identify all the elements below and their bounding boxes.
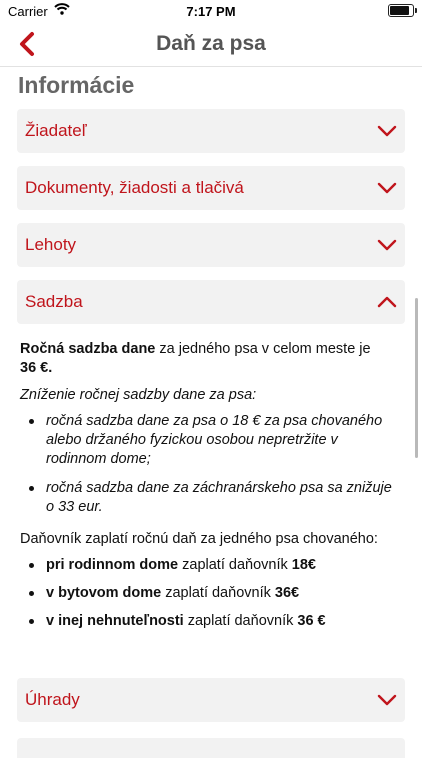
accordion-sadzba[interactable]: Sadzba: [17, 280, 405, 324]
accordion-label: Úhrady: [25, 690, 80, 709]
reduction-item: ročná sadzba dane za záchranárskeho psa …: [20, 479, 392, 517]
status-time: 7:17 PM: [186, 4, 236, 19]
accordion-next-partial[interactable]: [17, 738, 405, 758]
chevron-up-icon: [377, 296, 397, 308]
page-title: Daň za psa: [156, 32, 266, 55]
navigation-bar: Daň za psa: [0, 22, 422, 67]
accordion-lehoty[interactable]: Lehoty: [17, 223, 405, 267]
accordion-label: Sadzba: [25, 292, 83, 311]
annual-rate-amount: 36 €.: [20, 360, 53, 376]
payer-item-amount: 36 €: [297, 613, 326, 629]
accordion-label: Žiadateľ: [25, 121, 87, 140]
payer-item-text: zaplatí daňovník: [183, 613, 298, 629]
accordion-label: Lehoty: [25, 235, 77, 254]
payer-item-amount: 36€: [274, 585, 300, 601]
chevron-down-icon: [377, 239, 397, 251]
accordion-label: Dokumenty, žiadosti a tlačivá: [25, 178, 244, 197]
chevron-down-icon: [377, 694, 397, 706]
payer-item-amount: 18€: [291, 557, 316, 573]
payer-item-location: v inej nehnuteľnosti: [46, 613, 184, 629]
payer-item: pri rodinnom dome zaplatí daňovník 18€: [20, 556, 392, 575]
reduction-list: ročná sadzba dane za psa o 18 € za psa c…: [20, 412, 392, 527]
payer-item-text: zaplatí daňovník: [161, 585, 275, 601]
status-bar: Carrier 7:17 PM: [0, 0, 422, 22]
annual-rate-label: Ročná sadzba dane: [20, 341, 156, 357]
payer-item-location: pri rodinnom dome: [46, 557, 179, 573]
scrollbar[interactable]: [415, 298, 418, 458]
accordion-dokumenty[interactable]: Dokumenty, žiadosti a tlačivá: [17, 166, 405, 210]
payer-title: Daňovník zaplatí ročnú daň za jedného ps…: [20, 531, 378, 547]
battery-fill: [390, 6, 409, 15]
payer-item: v bytovom dome zaplatí daňovník 36€: [20, 584, 392, 603]
annual-rate-text: za jedného psa v celom meste je: [155, 341, 371, 357]
payer-item: v inej nehnuteľnosti zaplatí daňovník 36…: [20, 612, 392, 631]
chevron-down-icon: [377, 182, 397, 194]
battery-icon: [388, 4, 417, 17]
reduction-title: Zníženie ročnej sadzby dane za psa:: [20, 387, 257, 403]
accordion-uhrady[interactable]: Úhrady: [17, 678, 405, 722]
payer-item-location: v bytovom dome: [46, 585, 162, 601]
annual-rate-paragraph: Ročná sadzba dane za jedného psa v celom…: [20, 340, 390, 378]
reduction-item: ročná sadzba dane za psa o 18 € za psa c…: [20, 412, 392, 469]
section-title: Informácie: [18, 72, 135, 98]
payer-item-text: zaplatí daňovník: [178, 557, 292, 573]
accordion-ziadatel[interactable]: Žiadateľ: [17, 109, 405, 153]
payer-list: pri rodinnom dome zaplatí daňovník 18€ v…: [20, 556, 392, 640]
chevron-down-icon: [377, 125, 397, 137]
